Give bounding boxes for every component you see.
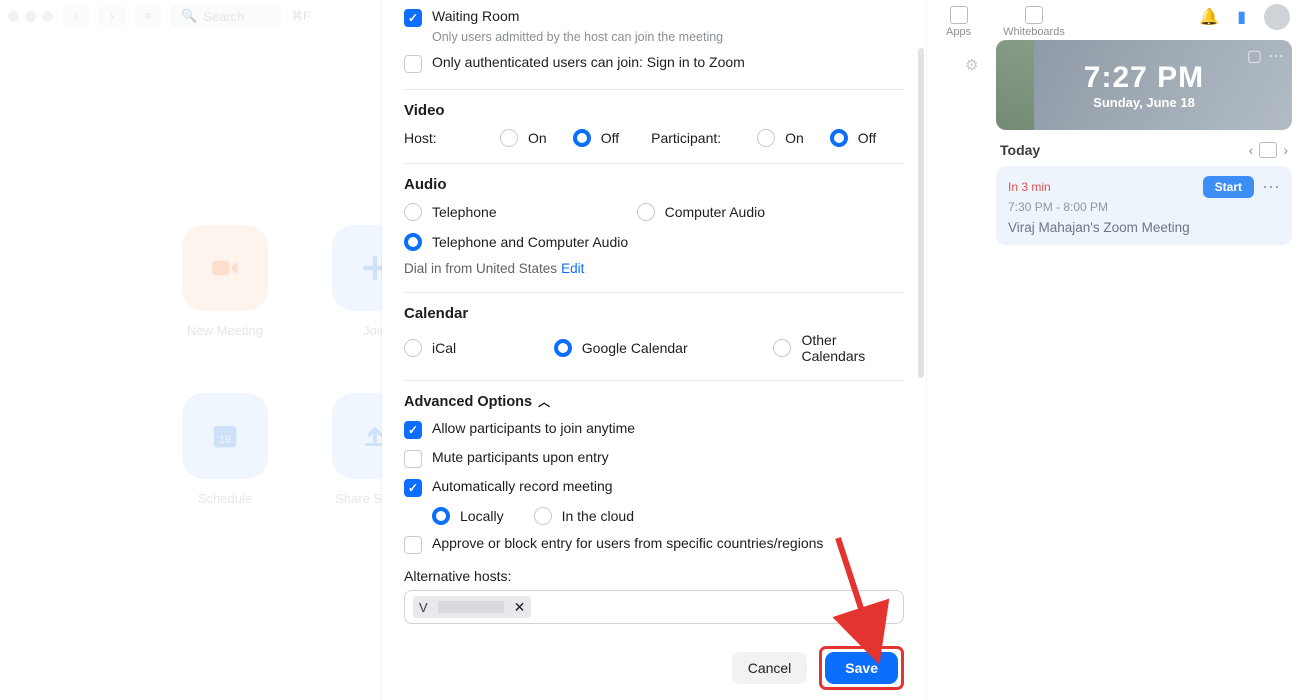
meeting-time: 7:30 PM - 8:00 PM: [1008, 200, 1280, 214]
save-highlight-annotation: Save: [819, 646, 904, 690]
clock-time: 7:27 PM: [1084, 61, 1204, 95]
calendar-google-radio[interactable]: [554, 339, 572, 357]
audio-computer-radio[interactable]: [637, 203, 655, 221]
search-icon: 🔍: [181, 8, 197, 24]
authenticated-only-checkbox[interactable]: [404, 55, 422, 73]
nav-whiteboards[interactable]: Whiteboards: [1003, 6, 1065, 38]
presence-icon[interactable]: ▮: [1237, 7, 1246, 27]
next-day-button[interactable]: ›: [1283, 142, 1288, 158]
search-placeholder: Search: [203, 9, 244, 24]
gear-icon[interactable]: ⚙: [965, 56, 978, 74]
calendar-other-radio[interactable]: [773, 339, 791, 357]
svg-text:19: 19: [219, 434, 232, 446]
clock-date: Sunday, June 18: [1093, 95, 1195, 110]
new-meeting-tile[interactable]: New Meeting: [150, 225, 300, 375]
host-label: Host:: [404, 130, 500, 146]
calendar-section-header: Calendar: [404, 305, 904, 322]
chevron-up-icon: ︿: [538, 393, 550, 410]
participant-video-on-radio[interactable]: [757, 129, 775, 147]
countdown-label: In 3 min: [1008, 180, 1051, 194]
calendar-ical-radio[interactable]: [404, 339, 422, 357]
more-icon[interactable]: ⋯: [1268, 46, 1284, 66]
waiting-room-checkbox[interactable]: [404, 9, 422, 27]
whiteboards-icon: [1025, 6, 1043, 24]
mute-on-entry-checkbox[interactable]: [404, 450, 422, 468]
alt-host-chip[interactable]: V ✕: [413, 596, 531, 618]
host-video-off-radio[interactable]: [573, 129, 591, 147]
video-section-header: Video: [404, 102, 904, 119]
nav-back-button[interactable]: ‹: [63, 5, 89, 27]
alt-hosts-input[interactable]: V ✕: [404, 590, 904, 624]
auto-record-checkbox[interactable]: [404, 479, 422, 497]
participant-label: Participant:: [651, 130, 757, 146]
nav-apps[interactable]: Apps: [946, 6, 971, 38]
calendar-icon: 19: [208, 419, 242, 453]
record-cloud-radio[interactable]: [534, 507, 552, 525]
expand-icon[interactable]: ▢: [1247, 46, 1262, 66]
waiting-room-label: Waiting Room: [432, 8, 519, 24]
alt-hosts-label: Alternative hosts:: [404, 568, 904, 584]
host-video-on-radio[interactable]: [500, 129, 518, 147]
clock-card: ▢ ⋯ 7:27 PM Sunday, June 18: [996, 40, 1292, 130]
audio-telephone-radio[interactable]: [404, 203, 422, 221]
search-shortcut: ⌘F: [291, 9, 310, 23]
dial-in-label: Dial in from United States: [404, 261, 557, 276]
waiting-room-note: Only users admitted by the host can join…: [432, 30, 904, 44]
apps-icon: [950, 6, 968, 24]
audio-both-radio[interactable]: [404, 233, 422, 251]
participant-video-off-radio[interactable]: [830, 129, 848, 147]
allow-join-anytime-checkbox[interactable]: [404, 421, 422, 439]
prev-day-button[interactable]: ‹: [1249, 142, 1254, 158]
authenticated-only-label: Only authenticated users can join: Sign …: [432, 54, 745, 70]
video-icon: [208, 251, 242, 285]
profile-avatar[interactable]: [1264, 4, 1290, 30]
nav-forward-button[interactable]: ›: [99, 5, 125, 27]
history-button[interactable]: ≡: [135, 5, 161, 27]
record-locally-radio[interactable]: [432, 507, 450, 525]
search-input[interactable]: 🔍 Search: [171, 4, 281, 28]
today-label: Today: [1000, 142, 1040, 158]
start-meeting-button[interactable]: Start: [1203, 176, 1254, 198]
audio-section-header: Audio: [404, 176, 904, 193]
calendar-picker-icon[interactable]: [1259, 142, 1277, 158]
meeting-title: Viraj Mahajan's Zoom Meeting: [1008, 220, 1280, 235]
window-controls[interactable]: [8, 11, 53, 22]
advanced-options-toggle[interactable]: Advanced Options ︿: [404, 393, 904, 410]
upcoming-meeting-card[interactable]: In 3 min Start ⋯ 7:30 PM - 8:00 PM Viraj…: [996, 166, 1292, 245]
schedule-tile[interactable]: 19 Schedule: [150, 393, 300, 543]
country-approve-block-checkbox[interactable]: [404, 536, 422, 554]
cancel-button[interactable]: Cancel: [732, 652, 808, 684]
meeting-more-icon[interactable]: ⋯: [1262, 177, 1280, 198]
remove-chip-icon[interactable]: ✕: [514, 599, 526, 616]
bell-icon[interactable]: 🔔: [1199, 7, 1219, 27]
scrollbar[interactable]: [918, 48, 924, 378]
schedule-meeting-modal: Waiting Room Only users admitted by the …: [382, 0, 926, 700]
dial-in-edit-link[interactable]: Edit: [561, 261, 584, 276]
save-button[interactable]: Save: [825, 652, 898, 684]
